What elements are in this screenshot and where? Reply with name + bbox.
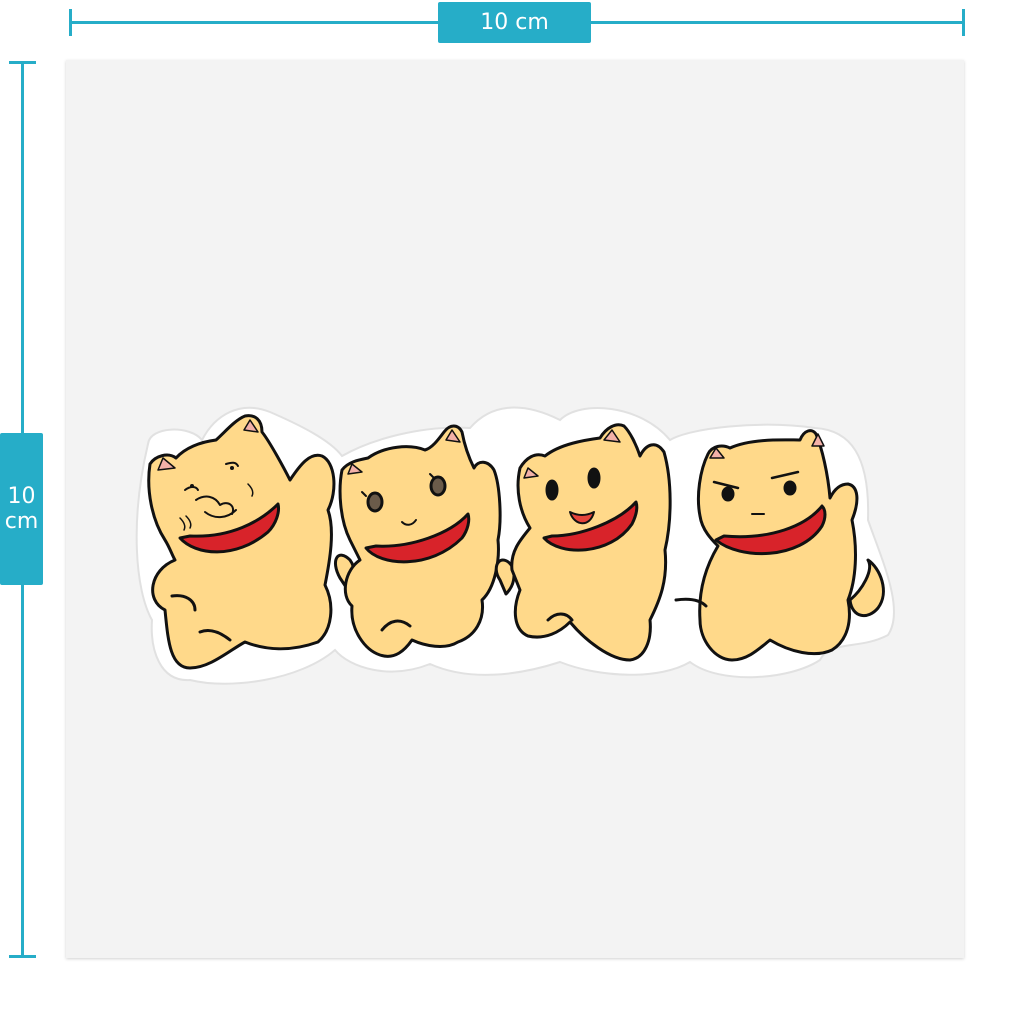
- cat-sticker-artwork: [135, 406, 896, 685]
- cat-2-eye-right: [429, 475, 447, 497]
- cat-3-eye-right: [587, 467, 601, 489]
- product-preview: 10 cm 10 cm: [0, 0, 1024, 1024]
- cat-4-eye-right: [783, 480, 797, 496]
- cat-3-eye-left: [545, 479, 559, 501]
- cat-4-eye-left: [721, 486, 735, 502]
- cat-2-eye-left: [366, 491, 384, 513]
